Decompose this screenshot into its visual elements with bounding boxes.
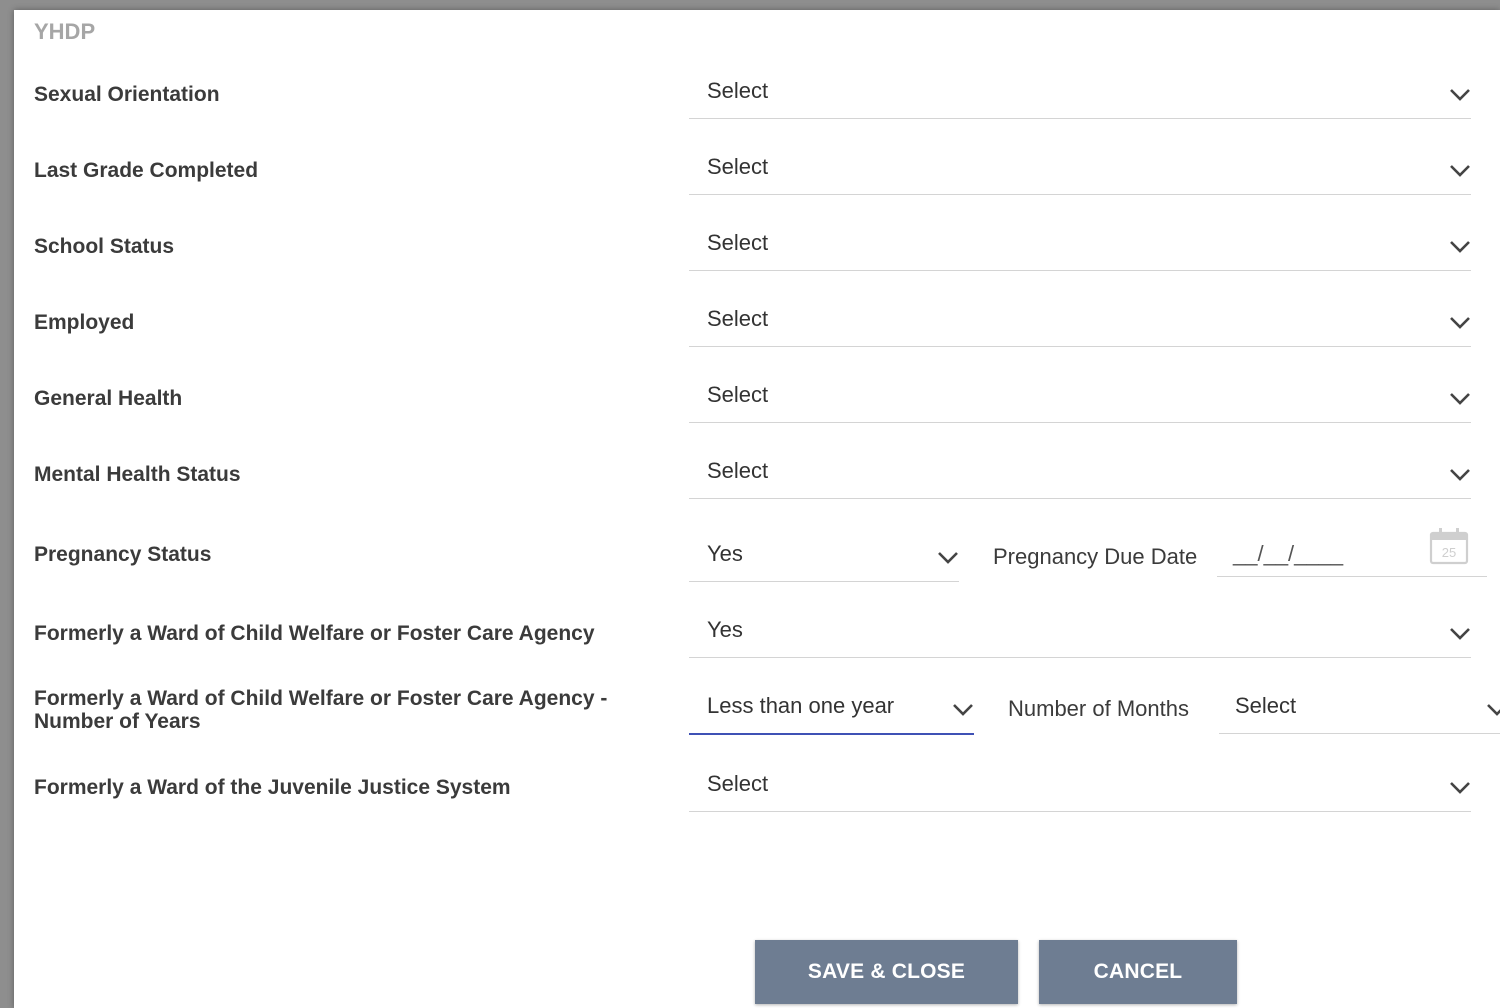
save-and-close-button[interactable]: SAVE & CLOSE: [755, 940, 1018, 1004]
label-line: Formerly a Ward of Child Welfare or Fost…: [34, 687, 608, 710]
calendar-icon-text: 25: [1442, 545, 1456, 560]
pregnancy-due-date-label: Pregnancy Due Date: [993, 544, 1198, 569]
chevron-down-icon: [1450, 782, 1470, 794]
select-employed[interactable]: Select: [689, 306, 1471, 347]
select-foster-care-years[interactable]: Less than one year: [689, 693, 974, 735]
label-employed: Employed: [34, 311, 135, 334]
select-value: Select: [707, 78, 769, 103]
select-value: Select: [707, 458, 769, 483]
select-general-health[interactable]: Select: [689, 382, 1471, 423]
date-mask: __/__/____: [1233, 541, 1344, 566]
yhdp-panel: YHDP Sexual Orientation Select Last Grad…: [14, 10, 1500, 1008]
chevron-down-icon: [1487, 704, 1500, 716]
select-value: Select: [1235, 693, 1297, 718]
label-line: Number of Years: [34, 710, 201, 733]
chevron-down-icon: [938, 552, 958, 564]
chevron-down-icon: [1450, 89, 1470, 101]
label-foster-care-ward: Formerly a Ward of Child Welfare or Fost…: [34, 622, 595, 645]
select-number-of-months[interactable]: Select: [1219, 693, 1500, 734]
chevron-down-icon: [1450, 317, 1470, 329]
chevron-down-icon: [1450, 628, 1470, 640]
label-mental-health-status: Mental Health Status: [34, 463, 241, 486]
select-school-status[interactable]: Select: [689, 230, 1471, 271]
select-sexual-orientation[interactable]: Select: [689, 78, 1471, 119]
calendar-icon[interactable]: 25: [1429, 526, 1469, 566]
label-general-health: General Health: [34, 387, 183, 410]
select-pregnancy-status[interactable]: Yes: [689, 541, 959, 582]
select-value: Less than one year: [707, 693, 895, 718]
section-title: YHDP: [34, 19, 96, 44]
label-school-status: School Status: [34, 235, 175, 258]
number-of-months-label: Number of Months: [1008, 696, 1189, 721]
select-juvenile-justice-ward[interactable]: Select: [689, 771, 1471, 812]
select-mental-health-status[interactable]: Select: [689, 458, 1471, 499]
label-pregnancy-status: Pregnancy Status: [34, 543, 212, 566]
chevron-down-icon: [1450, 393, 1470, 405]
pregnancy-due-date-input[interactable]: __/__/____ 25: [1217, 528, 1487, 577]
label-sexual-orientation: Sexual Orientation: [34, 83, 220, 106]
select-foster-care-ward[interactable]: Yes: [689, 617, 1471, 658]
label-last-grade-completed: Last Grade Completed: [34, 159, 259, 182]
label-foster-care-years: Formerly a Ward of Child Welfare or Fost…: [34, 687, 607, 733]
select-value: Select: [707, 306, 769, 331]
select-last-grade-completed[interactable]: Select: [689, 154, 1471, 195]
cancel-button[interactable]: CANCEL: [1039, 940, 1237, 1004]
chevron-down-icon: [1450, 241, 1470, 253]
select-value: Select: [707, 154, 769, 179]
label-juvenile-justice-ward: Formerly a Ward of the Juvenile Justice …: [34, 776, 511, 799]
chevron-down-icon: [1450, 165, 1470, 177]
select-value: Select: [707, 230, 769, 255]
select-value: Yes: [707, 617, 743, 642]
select-value: Yes: [707, 541, 743, 566]
select-value: Select: [707, 771, 769, 796]
chevron-down-icon: [953, 704, 973, 716]
chevron-down-icon: [1450, 469, 1470, 481]
select-value: Select: [707, 382, 769, 407]
